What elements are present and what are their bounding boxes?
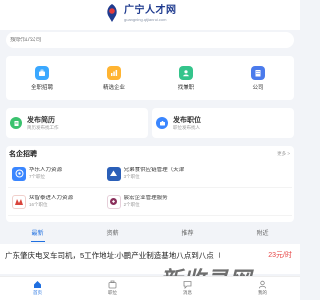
famous-companies-section: 名企招聘 更多 > 华乐人力资源 7个职位 兄弟食供应链管理（天津 3个职位 众… [6, 146, 294, 222]
company-item[interactable]: 众智泰进人力资源 16个职位 [8, 188, 103, 216]
briefcase-icon [35, 65, 49, 80]
building-icon [251, 65, 265, 80]
company-item[interactable]: 兄弟食供应链管理（天津 3个职位 [102, 160, 198, 188]
post-job-card[interactable]: 发布职位 职位发布找人 [152, 108, 294, 138]
post-icon [156, 117, 168, 129]
user-icon [179, 65, 193, 80]
logo-title: 广宁人才网 [124, 4, 177, 16]
quick-entry-panel: 全职招聘 精选企业 找兼职 公司 [6, 56, 294, 100]
company-job-count: 16个职位 [29, 202, 48, 207]
job-tabs: 最新 资薪 推荐 附近 [0, 228, 300, 242]
job-salary: 23元/时 [268, 252, 292, 259]
quick-item-parttime[interactable]: 找兼职 [156, 65, 216, 91]
home-icon [34, 281, 41, 288]
nav-jobs[interactable]: 职位 [88, 277, 138, 300]
search-bar[interactable] [6, 32, 294, 48]
company-logo [12, 194, 26, 209]
job-listing[interactable]: 广东肇庆电叉车司机，5工作地址:小鹏产业制造基地八点到八点（中途休... 23元… [0, 244, 300, 274]
profile-icon [258, 280, 267, 289]
more-link[interactable]: 更多 > [277, 151, 290, 157]
company-item[interactable]: 宸宏企业管理服务 2个职位 [102, 188, 198, 216]
tab-nearby[interactable]: 附近 [225, 228, 300, 242]
logo-mark-icon [107, 4, 117, 22]
company-name: 华乐人力资源 [29, 167, 63, 173]
header: 广宁人才网 guangning.qtjianrui.com [0, 0, 300, 30]
tab-recommended[interactable]: 推荐 [150, 228, 225, 242]
card-title: 发布简历 [27, 116, 55, 124]
nav-label: 消息 [183, 290, 192, 295]
resume-icon [10, 117, 22, 129]
quick-item-fulltime[interactable]: 全职招聘 [12, 65, 72, 91]
quick-label: 公司 [252, 84, 264, 91]
nav-label: 我的 [258, 290, 267, 295]
nav-messages[interactable]: 消息 [163, 277, 213, 300]
quick-item-selected-companies[interactable]: 精选企业 [84, 65, 144, 91]
action-cards: 发布简历 简历发布找工作 发布职位 职位发布找人 [6, 108, 294, 138]
tab-latest[interactable]: 最新 [0, 228, 75, 242]
company-job-count: 7个职位 [29, 174, 46, 179]
company-item-empty [197, 160, 292, 188]
nav-label: 首页 [33, 290, 42, 295]
job-title: 广东肇庆电叉车司机，5工作地址:小鹏产业制造基地八点到八点（中途休... [5, 251, 220, 260]
card-subtitle: 简历发布找工作 [27, 124, 59, 130]
site-logo[interactable]: 广宁人才网 guangning.qtjianrui.com [104, 3, 177, 23]
company-job-count: 3个职位 [123, 174, 140, 179]
company-logo [106, 194, 121, 209]
quick-label: 精选企业 [102, 84, 125, 91]
bottom-navigation: 首页 职位 消息 我的 [0, 276, 300, 300]
tab-salary[interactable]: 资薪 [75, 228, 150, 242]
chart-icon [107, 65, 121, 80]
job-icon [108, 280, 117, 289]
company-name: 众智泰进人力资源 [29, 195, 74, 201]
post-resume-card[interactable]: 发布简历 简历发布找工作 [6, 108, 148, 138]
nav-label: 职位 [108, 290, 117, 295]
search-input[interactable] [10, 37, 270, 43]
logo-domain: guangning.qtjianrui.com [124, 16, 167, 22]
nav-home[interactable]: 首页 [13, 277, 63, 300]
message-icon [183, 281, 192, 289]
company-logo [106, 166, 121, 181]
company-logo [12, 166, 26, 181]
quick-label: 全职招聘 [30, 84, 53, 91]
card-subtitle: 职位发布找人 [173, 124, 200, 130]
quick-label: 找兼职 [177, 84, 195, 91]
company-name: 宸宏企业管理服务 [123, 195, 168, 201]
section-title: 名企招聘 [9, 151, 37, 158]
company-item[interactable]: 华乐人力资源 7个职位 [8, 160, 103, 188]
company-name: 兄弟食供应链管理（天津 [123, 167, 185, 173]
nav-profile[interactable]: 我的 [238, 277, 288, 300]
card-title: 发布职位 [173, 116, 201, 124]
company-job-count: 2个职位 [123, 202, 140, 207]
quick-item-company[interactable]: 公司 [228, 65, 288, 91]
company-item-empty [197, 188, 292, 216]
